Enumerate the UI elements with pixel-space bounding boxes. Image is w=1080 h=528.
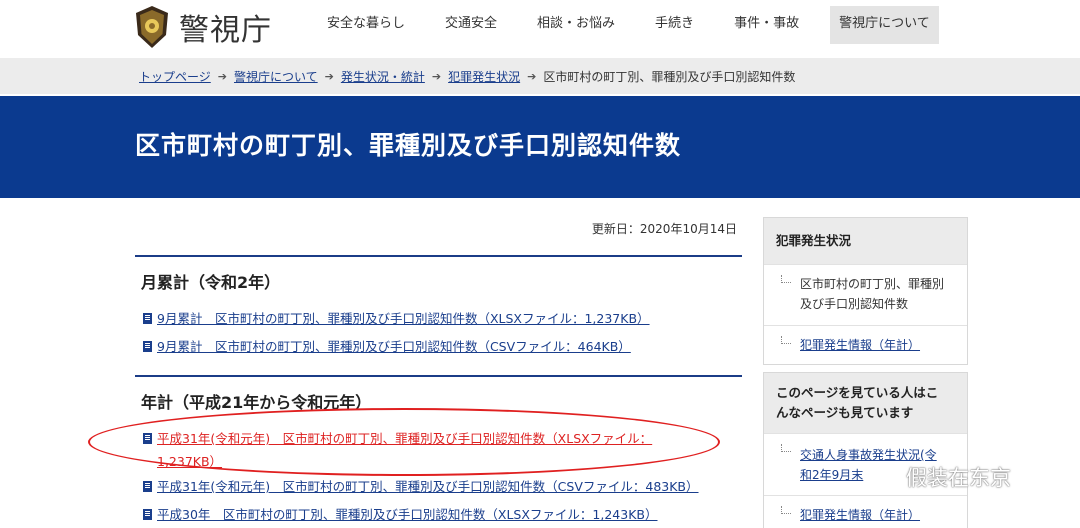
title-banner: 区市町村の町丁別、罪種別及び手口別認知件数 [0,96,1080,198]
arrow-right-icon: ➔ [217,70,227,83]
sidebar-heading: 犯罪発生状況 [764,218,967,264]
sidebar-related: このページを見ている人はこ んなページも見ています 交通人身事故発生状況(令 和… [763,372,968,528]
breadcrumb-current: 区市町村の町丁別、罪種別及び手口別認知件数 [543,70,796,84]
page-title: 区市町村の町丁別、罪種別及び手口別認知件数 [135,131,682,160]
sidebar-crime-status: 犯罪発生状況 区市町村の町丁別、罪種別 及び手口別認知件数 犯罪発生情報（年計） [763,217,968,365]
file-link-monthly-csv[interactable]: 9月累計 区市町村の町丁別、罪種別及び手口別認知件数（CSVファイル：464KB… [143,338,631,356]
nav-about[interactable]: 警視庁について [830,6,939,44]
breadcrumb-crime[interactable]: 犯罪発生状況 [448,68,520,85]
breadcrumb-about[interactable]: 警視庁について [234,68,318,85]
breadcrumb-top[interactable]: トップページ [139,68,211,85]
logo-text: 警視庁 [179,13,272,48]
file-link-label: 平成31年(令和元年) 区市町村の町丁別、罪種別及び手口別認知件数（CSVファイ… [157,479,699,494]
file-link-monthly-xlsx[interactable]: 9月累計 区市町村の町丁別、罪種別及び手口別認知件数（XLSXファイル：1,23… [143,310,650,328]
tree-branch-icon [781,444,791,452]
sidebar-item-label[interactable]: 犯罪発生情報（年計） [800,338,920,352]
breadcrumb-statistics[interactable]: 発生状況・統計 [341,68,425,85]
watermark: 假装在东京 [872,462,1011,492]
section-monthly: 月累計（令和2年） [135,255,742,293]
arrow-right-icon: ➔ [431,70,442,83]
site-header: 警視庁 安全な暮らし 交通安全 相談・お悩み 手続き 事件・事故 警視庁について [0,0,1080,58]
tree-branch-icon [781,336,791,344]
document-icon [143,313,152,324]
sidebar-item-annual[interactable]: 犯罪発生情報（年計） [764,325,967,364]
section-heading: 月累計（令和2年） [141,273,281,292]
sidebar-heading: このページを見ている人はこ んなページも見ています [764,373,967,433]
file-link-label: 平成30年 区市町村の町丁別、罪種別及び手口別認知件数（XLSXファイル：1,2… [157,507,658,522]
tree-branch-icon [781,506,791,514]
sidebar-item-current: 区市町村の町丁別、罪種別 及び手口別認知件数 [764,264,967,325]
sidebar-heading-line: んなページも見ています [776,405,914,420]
sidebar-item-annual[interactable]: 犯罪発生情報（年計） [764,495,967,528]
sidebar-item-label: 及び手口別認知件数 [800,297,909,311]
police-emblem-icon [136,6,168,48]
updated-date: 更新日：2020年10月14日 [591,222,737,236]
nav-safety[interactable]: 安全な暮らし [318,6,414,44]
breadcrumb-bar: トップページ ➔ 警視庁について ➔ 発生状況・統計 ➔ 犯罪発生状況 ➔ 区市… [0,58,1080,94]
watermark-text: 假装在东京 [906,466,1011,490]
arrow-right-icon: ➔ [527,70,537,83]
global-nav: 安全な暮らし 交通安全 相談・お悩み 手続き 事件・事故 警視庁について [318,6,939,44]
nav-traffic[interactable]: 交通安全 [436,6,506,44]
file-link-label: 9月累計 区市町村の町丁別、罪種別及び手口別認知件数（CSVファイル：464KB… [157,339,631,354]
tree-branch-icon [781,275,791,283]
nav-incidents[interactable]: 事件・事故 [725,6,808,44]
site-logo[interactable]: 警視庁 [133,5,272,49]
wechat-icon [872,466,900,488]
document-icon [143,509,152,520]
document-icon [143,341,152,352]
file-link-label: 9月累計 区市町村の町丁別、罪種別及び手口別認知件数（XLSXファイル：1,23… [157,311,650,326]
sidebar-item-label[interactable]: 交通人身事故発生状況(令 [800,448,937,462]
nav-procedures[interactable]: 手続き [646,6,703,44]
sidebar-item-label: 区市町村の町丁別、罪種別 [800,277,945,291]
sidebar-heading-line: このページを見ている人はこ [776,385,939,400]
breadcrumb: トップページ ➔ 警視庁について ➔ 発生状況・統計 ➔ 犯罪発生状況 ➔ 区市… [139,68,795,85]
sidebar-item-label[interactable]: 犯罪発生情報（年計） [800,508,920,522]
nav-consultation[interactable]: 相談・お悩み [528,6,624,44]
document-icon [143,481,152,492]
arrow-right-icon: ➔ [324,70,334,83]
file-link-h30-xlsx[interactable]: 平成30年 区市町村の町丁別、罪種別及び手口別認知件数（XLSXファイル：1,2… [143,506,658,524]
sidebar-item-label[interactable]: 和2年9月末 [800,468,863,482]
highlight-circle [88,408,720,476]
file-link-r1-csv[interactable]: 平成31年(令和元年) 区市町村の町丁別、罪種別及び手口別認知件数（CSVファイ… [143,478,699,496]
